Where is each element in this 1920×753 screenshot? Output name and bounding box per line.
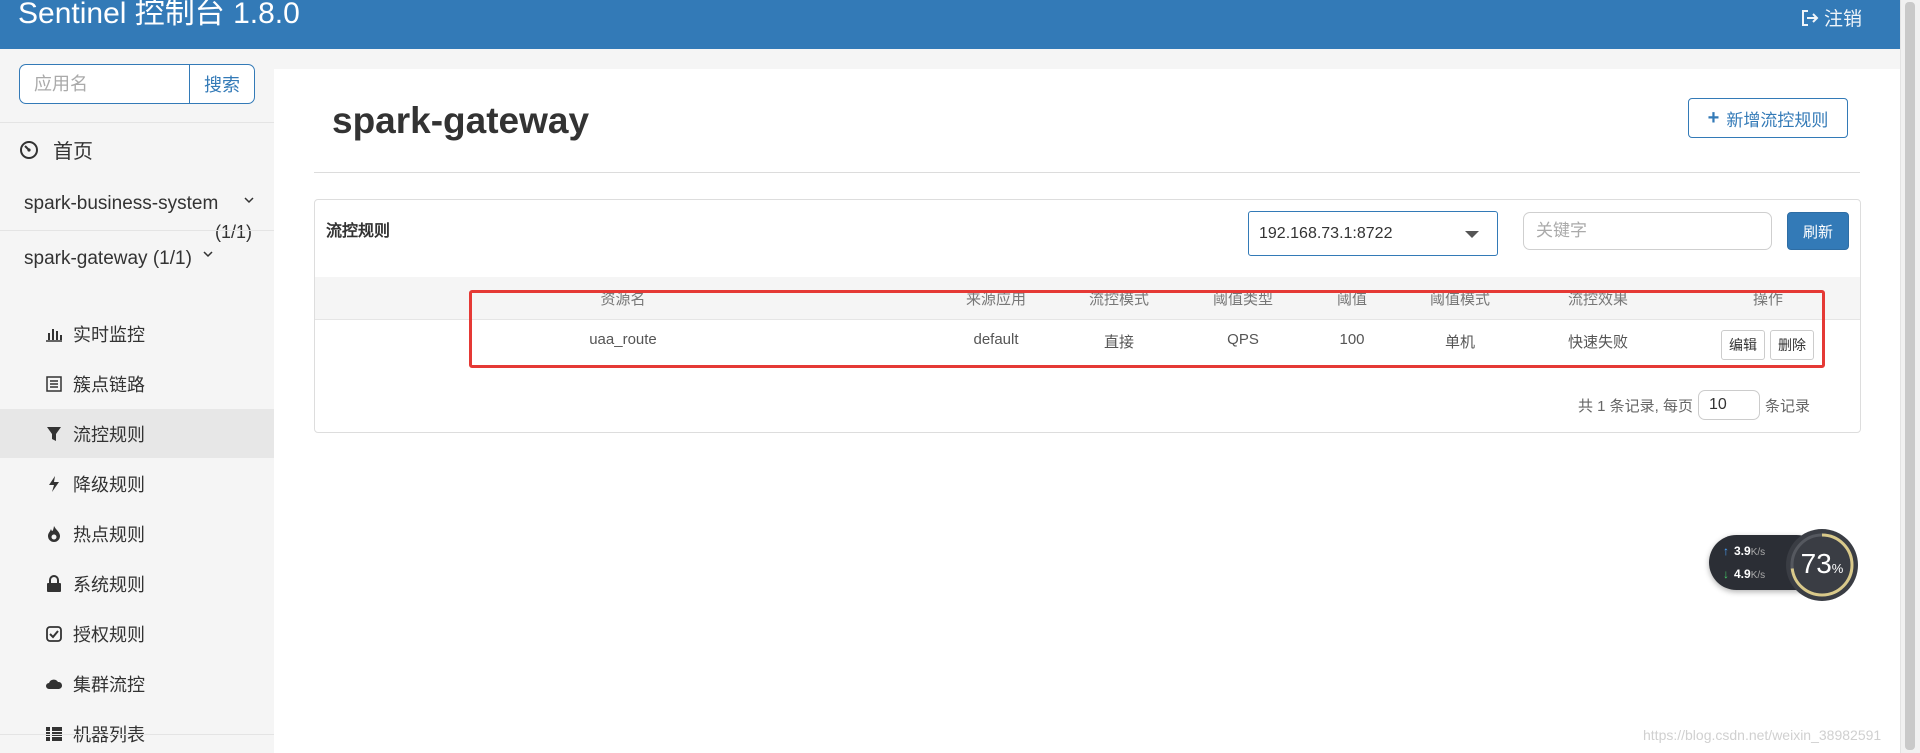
app-search-input[interactable] xyxy=(19,64,189,104)
sidebar-divider xyxy=(0,122,274,123)
sidebar-item-label: 首页 xyxy=(53,141,93,163)
flash-icon xyxy=(49,475,59,492)
usage-percent: 73% xyxy=(1800,548,1844,579)
sidebar-item-realtime-monitor[interactable]: 实时监控 xyxy=(0,309,274,358)
app-search-button[interactable]: 搜索 xyxy=(189,64,255,104)
sidebar-item-system-rules[interactable]: 系统规则 xyxy=(0,559,274,608)
cloud-icon xyxy=(46,679,63,689)
cell-threshold-mode: 单机 xyxy=(1444,334,1476,351)
cell-flow-effect: 快速失败 xyxy=(1567,334,1629,351)
app-machine-count: (1/1) xyxy=(215,222,253,242)
refresh-button[interactable]: 刷新 xyxy=(1787,212,1849,250)
sidebar-item-label: 系统规则 xyxy=(73,574,145,595)
column-header[interactable]: 资源名 xyxy=(600,288,645,309)
sign-out-icon xyxy=(1801,9,1819,26)
top-navbar: Sentinel 控制台 1.8.0 注销 xyxy=(0,0,1900,49)
check-square-icon xyxy=(46,625,62,642)
table-row: uaa_route default 直接 QPS 100 单机 快速失败 编辑 … xyxy=(315,320,1860,364)
add-flow-rule-label: 新增流控规则 xyxy=(1726,110,1829,130)
vertical-scrollbar[interactable] xyxy=(1900,0,1920,753)
machine-select[interactable]: 192.168.73.1:8722 xyxy=(1248,211,1498,256)
table-header: 资源名 来源应用 流控模式 阈值类型 阈值 阈值模式 流控效果 操作 xyxy=(315,277,1860,320)
cell-source-app: default xyxy=(973,331,1019,348)
sidebar-item-cluster-link[interactable]: 簇点链路 xyxy=(0,359,274,408)
column-header: 操作 xyxy=(1752,291,1784,308)
sidebar-item-degrade-rules[interactable]: 降级规则 xyxy=(0,459,274,508)
column-header[interactable]: 阈值类型 xyxy=(1213,288,1273,309)
keyword-search-input[interactable] xyxy=(1523,212,1772,250)
delete-rule-button[interactable]: 删除 xyxy=(1770,330,1814,360)
page-size-input[interactable] xyxy=(1697,390,1760,420)
sidebar-item-machine-list[interactable]: 机器列表 xyxy=(0,709,274,753)
title-divider xyxy=(314,172,1860,173)
sidebar-item-home[interactable]: 首页 xyxy=(19,135,93,164)
list-icon xyxy=(46,375,62,392)
edit-rule-button[interactable]: 编辑 xyxy=(1721,330,1765,360)
app-search-group: 搜索 xyxy=(19,64,255,104)
bar-chart-icon xyxy=(46,328,62,342)
filter-icon xyxy=(47,426,61,441)
column-header[interactable]: 流控模式 xyxy=(1089,288,1149,309)
network-speed-widget[interactable]: ↑ 3.9K/s ↓ 4.9K/s 73% xyxy=(1709,528,1859,601)
dashboard-icon xyxy=(20,140,38,159)
sidebar: 搜索 首页 spark-business-system (1/1) spark-… xyxy=(0,49,274,753)
upload-speed: ↑ 3.9K/s xyxy=(1723,544,1766,558)
column-header[interactable]: 阈值模式 xyxy=(1430,288,1490,309)
arrow-up-icon: ↑ xyxy=(1723,544,1729,558)
pagination-prefix: 共 1 条记录, 每页 xyxy=(1577,397,1693,415)
pagination: 共 1 条记录, 每页 条记录 xyxy=(1578,390,1810,420)
panel-title: 流控规则 xyxy=(326,223,391,240)
cell-threshold: 100 xyxy=(1339,331,1365,348)
column-header[interactable]: 来源应用 xyxy=(966,288,1026,309)
flow-rules-panel: 流控规则 192.168.73.1:8722 刷新 资源名 来源应用 流控模式 … xyxy=(314,199,1861,433)
chevron-down-icon[interactable] xyxy=(202,248,214,260)
cell-flow-mode: 直接 xyxy=(1103,334,1135,351)
sidebar-divider xyxy=(0,230,274,231)
sidebar-item-flow-rules[interactable]: 流控规则 xyxy=(0,409,274,458)
column-header[interactable]: 阈值 xyxy=(1337,288,1367,309)
download-speed: ↓ 4.9K/s xyxy=(1723,567,1766,581)
cell-threshold-type: QPS xyxy=(1227,331,1259,348)
chevron-down-icon[interactable] xyxy=(243,194,255,206)
cell-resource: uaa_route xyxy=(589,331,657,348)
caret-down-icon xyxy=(1465,231,1479,238)
page-title: spark-gateway xyxy=(332,100,590,141)
sidebar-item-label: 簇点链路 xyxy=(73,374,145,395)
logout-label: 注销 xyxy=(1823,9,1862,30)
watermark: https://blog.csdn.net/weixin_38982591 xyxy=(1643,727,1882,743)
sidebar-item-authority-rules[interactable]: 授权规则 xyxy=(0,609,274,658)
column-header[interactable]: 流控效果 xyxy=(1568,288,1628,309)
sidebar-item-label: 授权规则 xyxy=(73,624,145,645)
pagination-suffix: 条记录 xyxy=(1764,397,1810,415)
arrow-down-icon: ↓ xyxy=(1723,567,1729,581)
brand-title[interactable]: Sentinel 控制台 1.8.0 xyxy=(18,0,300,34)
sidebar-app-spark-gateway[interactable]: spark-gateway (1/1) xyxy=(24,248,192,270)
sidebar-divider xyxy=(0,734,274,735)
sidebar-item-label: 流控规则 xyxy=(73,424,145,445)
sidebar-item-label: 降级规则 xyxy=(73,474,145,495)
sidebar-item-label: 热点规则 xyxy=(73,524,145,545)
sidebar-item-label: 集群流控 xyxy=(73,674,145,695)
sidebar-item-cluster-flow[interactable]: 集群流控 xyxy=(0,659,274,708)
add-flow-rule-button[interactable]: + 新增流控规则 xyxy=(1688,98,1848,138)
machine-select-value: 192.168.73.1:8722 xyxy=(1259,224,1393,242)
logout-link[interactable]: 注销 xyxy=(1800,4,1862,31)
lock-icon xyxy=(47,574,61,592)
plus-icon: + xyxy=(1707,107,1720,129)
scrollbar-thumb[interactable] xyxy=(1905,2,1915,750)
main-content: spark-gateway + 新增流控规则 流控规则 192.168.73.1… xyxy=(274,69,1900,753)
fire-icon xyxy=(48,525,60,542)
sidebar-item-label: 实时监控 xyxy=(73,324,145,345)
sidebar-app-spark-business-system[interactable]: spark-business-system xyxy=(24,193,218,215)
sidebar-item-hotspot-rules[interactable]: 热点规则 xyxy=(0,509,274,558)
